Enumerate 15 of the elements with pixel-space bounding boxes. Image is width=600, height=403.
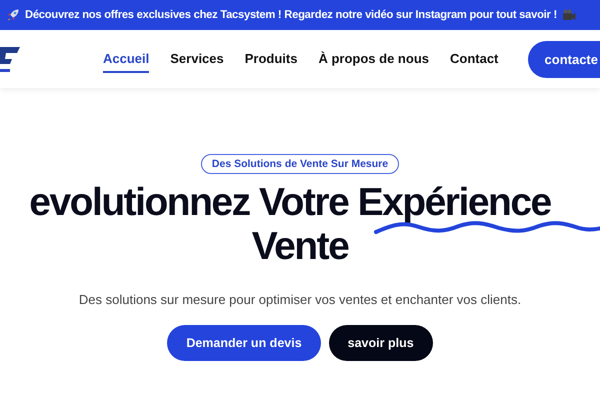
camera-icon xyxy=(562,9,576,21)
nav-link[interactable]: Services xyxy=(170,45,224,73)
tagline-badge: Des Solutions de Vente Sur Mesure xyxy=(200,154,400,174)
nav-link[interactable]: Contact xyxy=(450,45,498,73)
rocket-icon xyxy=(6,8,20,22)
quote-button[interactable]: Demander un devis xyxy=(167,325,321,361)
more-button[interactable]: savoir plus xyxy=(328,325,433,361)
nav-link[interactable]: Accueil xyxy=(103,45,150,73)
hero-subtitle: Des solutions sur mesure pour optimiser vos ventes et enchanter vos clients. xyxy=(78,292,522,307)
contact-button[interactable]: contacte xyxy=(528,40,600,78)
announcement-text: Découvrez nos offres exclusives chez Tacsystem ! Regardez notre vidéo sur Instagram pour tout savoir ! xyxy=(25,9,557,21)
hero-heading: evolutionnez Votre Expérience xyxy=(29,181,551,224)
nav-link[interactable]: À propos de nous xyxy=(318,45,429,73)
hero-heading: Vente xyxy=(252,224,348,270)
nav-link[interactable]: Produits xyxy=(244,45,298,73)
